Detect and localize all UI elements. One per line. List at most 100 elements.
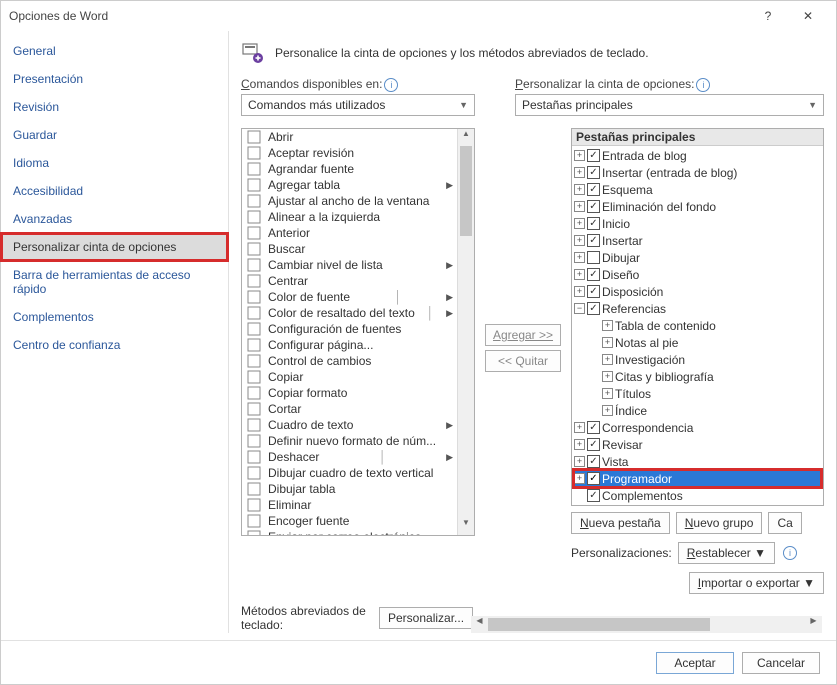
command-item[interactable]: Enviar por correo electrónico <box>242 529 457 535</box>
new-tab-button[interactable]: Nueva pestaña <box>571 512 670 534</box>
checkbox[interactable]: ✓ <box>587 438 600 451</box>
commands-listbox[interactable]: AbrirAceptar revisiónAgrandar fuenteAgre… <box>241 128 475 536</box>
checkbox[interactable]: ✓ <box>587 217 600 230</box>
ribbon-tabs-select[interactable]: Pestañas principales ▼ <box>515 94 824 116</box>
nav-item[interactable]: Accesibilidad <box>1 177 228 205</box>
command-item[interactable]: Configurar página... <box>242 337 457 353</box>
tree-node[interactable]: −✓ Referencias <box>574 300 821 317</box>
tree-node[interactable]: +✓ Insertar (entrada de blog) <box>574 164 821 181</box>
nav-item[interactable]: General <box>1 37 228 65</box>
command-item[interactable]: Cortar <box>242 401 457 417</box>
nav-item[interactable]: Personalizar cinta de opciones <box>1 233 228 261</box>
expand-toggle[interactable]: + <box>602 388 613 399</box>
checkbox[interactable]: ✓ <box>587 285 600 298</box>
tree-node[interactable]: +✓ Inicio <box>574 215 821 232</box>
command-item[interactable]: Centrar <box>242 273 457 289</box>
command-item[interactable]: Encoger fuente <box>242 513 457 529</box>
new-group-button[interactable]: Nuevo grupo <box>676 512 763 534</box>
scroll-left-button[interactable]: ◀ <box>471 616 488 633</box>
tree-node[interactable]: +✓ Correspondencia <box>574 419 821 436</box>
expand-toggle[interactable]: + <box>574 252 585 263</box>
expand-toggle[interactable]: + <box>602 371 613 382</box>
kbd-customize-button[interactable]: Personalizar... <box>379 607 473 629</box>
nav-item[interactable]: Idioma <box>1 149 228 177</box>
scroll-up-button[interactable]: ▲ <box>458 129 474 146</box>
checkbox[interactable]: ✓ <box>587 200 600 213</box>
tree-node[interactable]: +✓ Programador <box>574 470 821 487</box>
close-button[interactable]: ✕ <box>788 9 828 23</box>
checkbox[interactable]: ✓ <box>587 234 600 247</box>
expand-toggle[interactable]: + <box>602 354 613 365</box>
command-item[interactable]: Color de fuente│▶ <box>242 289 457 305</box>
checkbox[interactable]: ✓ <box>587 268 600 281</box>
command-item[interactable]: Copiar formato <box>242 385 457 401</box>
tree-node[interactable]: +✓ Vista <box>574 453 821 470</box>
command-item[interactable]: Alinear a la izquierda <box>242 209 457 225</box>
horizontal-scrollbar[interactable]: ◀ ▶ <box>471 616 822 633</box>
command-item[interactable]: Aceptar revisión <box>242 145 457 161</box>
command-item[interactable]: Dibujar cuadro de texto vertical <box>242 465 457 481</box>
expand-toggle[interactable]: + <box>574 269 585 280</box>
info-icon[interactable]: i <box>384 78 398 92</box>
expand-toggle[interactable]: − <box>574 303 585 314</box>
command-item[interactable]: Deshacer│▶ <box>242 449 457 465</box>
tree-node[interactable]: +✓ Entrada de blog <box>574 147 821 164</box>
tree-node[interactable]: + Dibujar <box>574 249 821 266</box>
nav-item[interactable]: Complementos <box>1 303 228 331</box>
expand-toggle[interactable]: + <box>574 235 585 246</box>
cancel-button[interactable]: Cancelar <box>742 652 820 674</box>
expand-toggle[interactable]: + <box>602 405 613 416</box>
tree-node[interactable]: +✓ Insertar <box>574 232 821 249</box>
help-button[interactable]: ? <box>748 9 788 23</box>
nav-item[interactable]: Barra de herramientas de acceso rápido <box>1 261 228 303</box>
scroll-down-button[interactable]: ▼ <box>458 518 474 535</box>
tree-node[interactable]: +✓ Disposición <box>574 283 821 300</box>
expand-toggle[interactable]: + <box>574 473 585 484</box>
checkbox[interactable]: ✓ <box>587 166 600 179</box>
commands-source-select[interactable]: Comandos más utilizados ▼ <box>241 94 475 116</box>
expand-toggle[interactable]: + <box>574 150 585 161</box>
vertical-scrollbar[interactable]: ▲ ▼ <box>457 129 474 535</box>
nav-item[interactable]: Presentación <box>1 65 228 93</box>
expand-toggle[interactable]: + <box>574 184 585 195</box>
nav-item[interactable]: Avanzadas <box>1 205 228 233</box>
expand-toggle[interactable]: + <box>574 167 585 178</box>
command-item[interactable]: Agrandar fuente <box>242 161 457 177</box>
tree-node[interactable]: +✓ Esquema <box>574 181 821 198</box>
reset-button[interactable]: Restablecer ▼ <box>678 542 775 564</box>
tree-child-node[interactable]: + Tabla de contenido <box>574 317 821 334</box>
tree-node[interactable]: +✓ Complementos <box>574 487 821 504</box>
checkbox[interactable]: ✓ <box>587 489 600 502</box>
tree-node[interactable]: +✓ Revisar <box>574 436 821 453</box>
expand-toggle[interactable]: + <box>574 201 585 212</box>
expand-toggle[interactable]: + <box>574 456 585 467</box>
scroll-thumb[interactable] <box>460 146 472 236</box>
expand-toggle[interactable]: + <box>574 422 585 433</box>
nav-item[interactable]: Revisión <box>1 93 228 121</box>
ribbon-tree[interactable]: Pestañas principales +✓ Entrada de blog+… <box>571 128 824 506</box>
command-item[interactable]: Agregar tabla▶ <box>242 177 457 193</box>
checkbox[interactable]: ✓ <box>587 183 600 196</box>
expand-toggle[interactable]: + <box>602 320 613 331</box>
tree-child-node[interactable]: + Citas y bibliografía <box>574 368 821 385</box>
import-export-button[interactable]: Importar o exportar ▼ <box>689 572 824 594</box>
command-item[interactable]: Copiar <box>242 369 457 385</box>
info-icon[interactable]: i <box>696 78 710 92</box>
checkbox[interactable]: ✓ <box>587 472 600 485</box>
nav-item[interactable]: Guardar <box>1 121 228 149</box>
command-item[interactable]: Buscar <box>242 241 457 257</box>
nav-item[interactable]: Centro de confianza <box>1 331 228 359</box>
expand-toggle[interactable]: + <box>574 439 585 450</box>
command-item[interactable]: Definir nuevo formato de núm... <box>242 433 457 449</box>
checkbox[interactable]: ✓ <box>587 149 600 162</box>
command-item[interactable]: Ajustar al ancho de la ventana <box>242 193 457 209</box>
command-item[interactable]: Eliminar <box>242 497 457 513</box>
ok-button[interactable]: Aceptar <box>656 652 734 674</box>
tree-node[interactable]: +✓ Eliminación del fondo <box>574 198 821 215</box>
tree-child-node[interactable]: + Índice <box>574 402 821 419</box>
command-item[interactable]: Configuración de fuentes <box>242 321 457 337</box>
command-item[interactable]: Dibujar tabla <box>242 481 457 497</box>
command-item[interactable]: Abrir <box>242 129 457 145</box>
command-item[interactable]: Color de resaltado del texto│▶ <box>242 305 457 321</box>
command-item[interactable]: Cuadro de texto▶ <box>242 417 457 433</box>
